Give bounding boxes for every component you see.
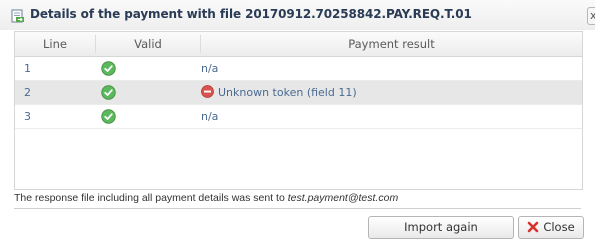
payment-details-dialog: Details of the payment with file 2017091… [0, 0, 595, 241]
payment-results-table: Line Valid Payment result 1 n/a 2 Unknow… [14, 31, 583, 190]
line-number: 1 [24, 62, 31, 75]
close-button-label: Close [543, 220, 575, 234]
table-row[interactable]: 1 n/a [15, 57, 582, 81]
divider [14, 208, 581, 209]
dialog-title: Details of the payment with file 2017091… [30, 7, 472, 21]
response-message-text: The response file including all payment … [14, 192, 288, 204]
column-header-valid[interactable]: Valid [96, 32, 200, 56]
table-row[interactable]: 3 n/a [15, 105, 582, 129]
table-header: Line Valid Payment result [15, 32, 582, 57]
check-circle-icon [101, 109, 116, 124]
line-number: 2 [24, 86, 31, 99]
close-icon[interactable]: x [587, 7, 595, 25]
payment-result: n/a [201, 110, 219, 123]
document-import-icon [11, 9, 24, 23]
payment-result: Unknown token (field 11) [201, 81, 357, 104]
table-row[interactable]: 2 Unknown token (field 11) [15, 81, 582, 105]
close-x-icon [528, 221, 539, 233]
check-circle-icon [101, 85, 116, 100]
close-button[interactable]: Close [518, 216, 584, 239]
dialog-titlebar: Details of the payment with file 2017091… [0, 0, 595, 30]
column-header-line[interactable]: Line [15, 32, 95, 56]
recipient-email: test.payment@test.com [287, 192, 399, 204]
response-file-message: The response file including all payment … [14, 192, 398, 204]
check-circle-icon [101, 61, 116, 76]
import-again-button[interactable]: Import again [368, 216, 514, 239]
error-minus-icon [201, 85, 214, 98]
column-header-payment-result[interactable]: Payment result [201, 32, 582, 56]
payment-result: n/a [201, 62, 219, 75]
payment-result-text: Unknown token (field 11) [218, 86, 357, 99]
line-number: 3 [24, 110, 31, 123]
